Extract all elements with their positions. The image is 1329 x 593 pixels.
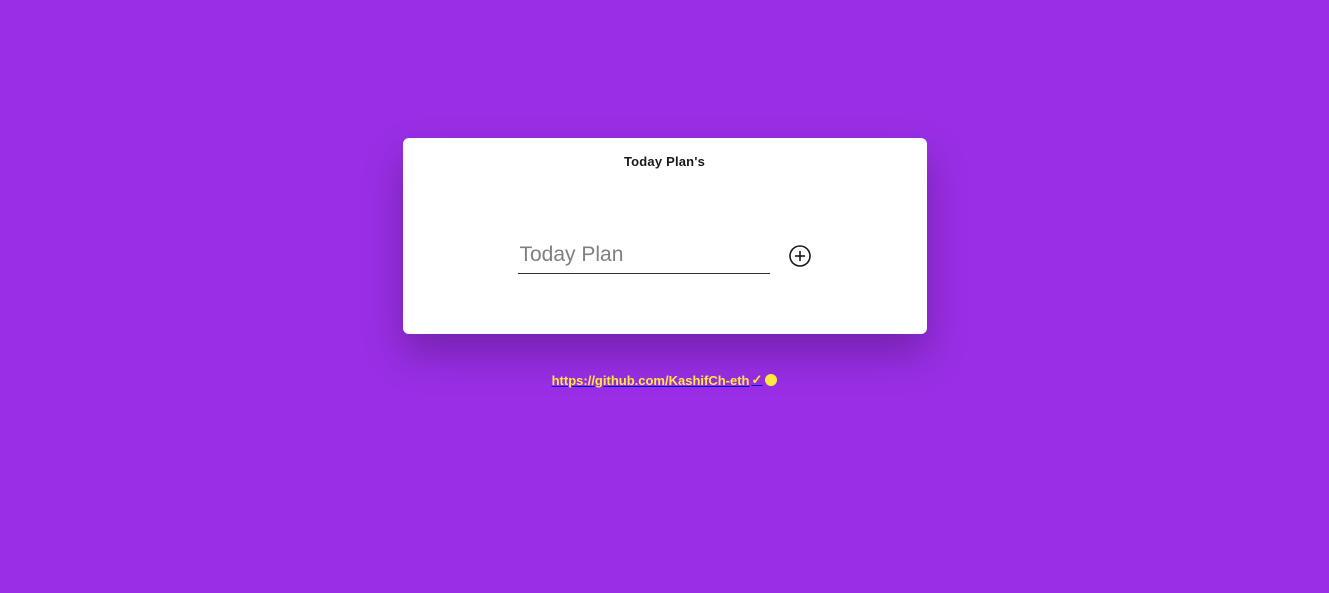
plus-circle-icon bbox=[788, 244, 812, 268]
plan-input[interactable] bbox=[518, 237, 770, 274]
card-title: Today Plan's bbox=[624, 154, 705, 169]
footer-link-text: https://github.com/KashifCh-eth bbox=[552, 373, 750, 388]
dot-icon bbox=[765, 374, 777, 386]
check-icon: ✓ bbox=[751, 372, 762, 388]
add-button[interactable] bbox=[788, 244, 812, 268]
footer-github-link[interactable]: https://github.com/KashifCh-eth ✓ bbox=[552, 372, 778, 388]
input-row bbox=[518, 237, 812, 274]
plan-card: Today Plan's bbox=[403, 138, 927, 334]
